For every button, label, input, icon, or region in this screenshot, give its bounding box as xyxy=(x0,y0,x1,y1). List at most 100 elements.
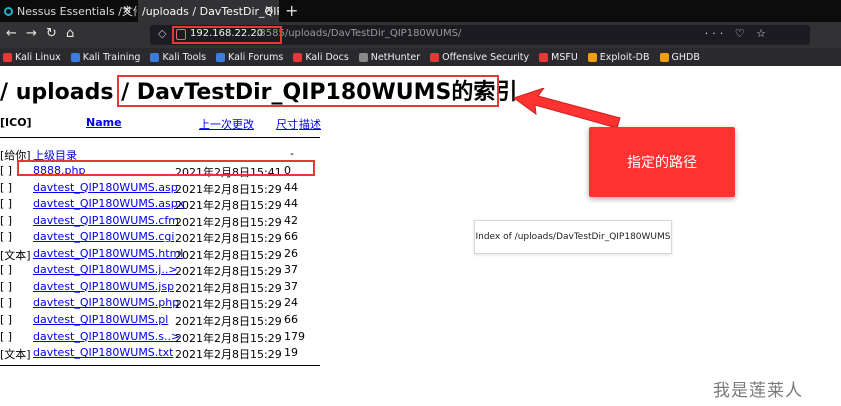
file-icon: [ ] xyxy=(0,329,13,343)
close-tab-icon[interactable]: ✕ xyxy=(264,3,274,17)
bookmark-label: Kali Forums xyxy=(228,51,284,63)
kali-forums-icon xyxy=(216,52,226,62)
file-date: 2021年2月8日15:29 xyxy=(175,331,282,345)
file-link[interactable]: davtest_QIP180WUMS.cfm xyxy=(33,214,179,227)
exploit-db-icon xyxy=(587,52,597,62)
bookmark-label: NetHunter xyxy=(370,51,421,63)
file-date: 2021年2月8日15:29 xyxy=(175,182,282,196)
file-row: [文本] davtest_QIP180WUMS.txt 2021年2月8日15:29… xyxy=(0,346,330,362)
file-icon: [文本] xyxy=(0,248,31,262)
ghdb-icon xyxy=(659,52,669,62)
file-link[interactable]: davtest_QIP180WUMS.s..> xyxy=(33,330,180,343)
file-row: [ ] davtest_QIP180WUMS.cfm 2021年2月8日15:29 4… xyxy=(0,214,330,230)
address-bar[interactable]: ◇ 192.168.22.20 :8585/uploads/DavTestDir… xyxy=(150,25,810,45)
file-size: 44 xyxy=(284,180,298,194)
bookmark-offensive-security[interactable]: Offensive Security xyxy=(430,52,529,63)
close-tab-icon[interactable]: ✕ xyxy=(122,3,132,17)
file-link[interactable]: davtest_QIP180WUMS.asp xyxy=(33,181,178,194)
size-sort-link[interactable]: 尺寸 xyxy=(276,118,298,131)
file-link[interactable]: davtest_QIP180WUMS.cgi xyxy=(33,230,174,243)
modified-column-header[interactable]: 上一次更改 xyxy=(199,116,254,132)
file-size: 66 xyxy=(284,312,298,326)
file-link[interactable]: davtest_QIP180WUMS.php xyxy=(33,296,179,309)
nav-bar: ← → ↻ ⌂ ◇ 192.168.22.20 :8585/uploads/Da… xyxy=(0,22,841,48)
file-link[interactable]: davtest_QIP180WUMS.j..> xyxy=(33,263,178,276)
url-highlight-box xyxy=(172,26,282,44)
bookmark-label: Offensive Security xyxy=(442,51,530,63)
file-row: [ ] davtest_QIP180WUMS.j..> 2021年2月8日15:29… xyxy=(0,263,330,279)
tab-uploads[interactable]: /uploads / DavTestDir_QIP ✕ xyxy=(138,0,279,22)
tab-nessus[interactable]: Nessus Essentials /文件 ✕ xyxy=(0,0,137,22)
file-date: 2021年2月8日15:29 xyxy=(175,232,282,246)
file-size: 37 xyxy=(284,279,298,293)
desc-column-header[interactable]: 描述 xyxy=(299,116,321,132)
file-link[interactable]: davtest_QIP180WUMS.jsp xyxy=(33,280,174,293)
file-date: 2021年2月8日15:29 xyxy=(175,215,282,229)
home-icon[interactable]: ⌂ xyxy=(66,26,74,41)
watermark: 我是莲莱人 xyxy=(713,381,803,401)
file-icon: [ ] xyxy=(0,263,13,277)
file-link[interactable]: davtest_QIP180WUMS.pl xyxy=(33,313,168,326)
bookmark-kali-training[interactable]: Kali Training xyxy=(70,51,141,63)
title-highlight-box xyxy=(117,75,499,107)
bookmark-nethunter[interactable]: NetHunter xyxy=(358,51,421,63)
offensive-security-icon xyxy=(430,52,440,62)
file-icon: [ ] xyxy=(0,197,13,211)
file-date: 2021年2月8日15:29 xyxy=(175,248,282,262)
file-link[interactable]: davtest_QIP180WUMS.aspx xyxy=(33,197,184,210)
shield-icon[interactable]: ◇ xyxy=(158,27,166,40)
tab-title: Nessus Essentials /文件 xyxy=(17,5,137,18)
desc-sort-link[interactable]: 描述 xyxy=(299,118,321,131)
modified-sort-link[interactable]: 上一次更改 xyxy=(199,118,254,131)
file-link[interactable]: davtest_QIP180WUMS.html xyxy=(33,247,183,260)
bookmark-kali-forums[interactable]: Kali Forums xyxy=(216,52,283,63)
file-size: 19 xyxy=(284,346,298,360)
file-highlight-box xyxy=(17,160,315,176)
file-link[interactable]: davtest_QIP180WUMS.txt xyxy=(33,346,173,359)
file-row: [ ] davtest_QIP180WUMS.s..> 2021年2月8日15:29… xyxy=(0,330,330,346)
file-date: 2021年2月8日15:29 xyxy=(175,314,282,328)
file-icon: [文本] xyxy=(0,348,31,362)
file-size: 44 xyxy=(284,197,298,211)
kali-linux-icon xyxy=(3,52,12,62)
bookmark-label: Exploit-DB xyxy=(599,51,650,63)
bookmark-kali-docs[interactable]: Kali Docs xyxy=(293,51,349,63)
file-row: [ ] davtest_QIP180WUMS.aspx 2021年2月8日15:29… xyxy=(0,197,330,213)
file-icon: [ ] xyxy=(0,312,13,326)
callout-label: 指定的路径 xyxy=(589,127,735,197)
msfu-icon xyxy=(539,52,549,62)
bookmark-label: Kali Training xyxy=(82,51,141,63)
forward-icon[interactable]: → xyxy=(26,26,37,41)
bookmark-label: Kali Docs xyxy=(305,51,349,63)
bookmark-label: GHDB xyxy=(671,51,700,63)
kali-docs-icon xyxy=(293,52,303,62)
back-icon[interactable]: ← xyxy=(6,26,17,41)
file-row: [ ] davtest_QIP180WUMS.php 2021年2月8日15:29 2… xyxy=(0,296,330,312)
file-size: 24 xyxy=(284,296,298,310)
file-row: [ ] davtest_QIP180WUMS.pl 2021年2月8日15:29 66 xyxy=(0,313,330,329)
file-size: 179 xyxy=(284,329,305,343)
file-icon: [ ] xyxy=(0,180,13,194)
new-tab-icon[interactable]: + xyxy=(285,1,298,20)
file-icon: [ ] xyxy=(0,230,13,244)
ico-header: [ICO] xyxy=(0,116,32,129)
reload-icon[interactable]: ↻ xyxy=(46,26,57,41)
nethunter-icon xyxy=(358,52,368,62)
bookmark-ghdb[interactable]: GHDB xyxy=(659,51,700,63)
file-icon: [ ] xyxy=(0,279,13,293)
file-row: [文本] davtest_QIP180WUMS.html 2021年2月8日15:2… xyxy=(0,247,330,263)
size-column-header[interactable]: 尺寸 xyxy=(276,116,298,132)
bookmark-exploit-db[interactable]: Exploit-DB xyxy=(587,51,650,63)
name-column-header[interactable]: Name xyxy=(86,116,122,132)
file-size: 42 xyxy=(284,213,298,227)
bookmark-kali-linux[interactable]: Kali Linux xyxy=(3,52,61,63)
name-sort-link[interactable]: Name xyxy=(86,116,122,129)
bookmark-label: Kali Tools xyxy=(162,51,207,63)
bookmark-label: Kali Linux xyxy=(15,51,61,63)
bookmark-kali-tools[interactable]: Kali Tools xyxy=(150,52,206,63)
url-actions[interactable]: ··· ♡ ☆ xyxy=(705,27,770,40)
file-date: 2021年2月8日15:29 xyxy=(175,298,282,312)
bookmark-msfu[interactable]: MSFU xyxy=(539,52,578,63)
kali-tools-icon xyxy=(150,52,160,62)
file-size: 26 xyxy=(284,246,298,260)
